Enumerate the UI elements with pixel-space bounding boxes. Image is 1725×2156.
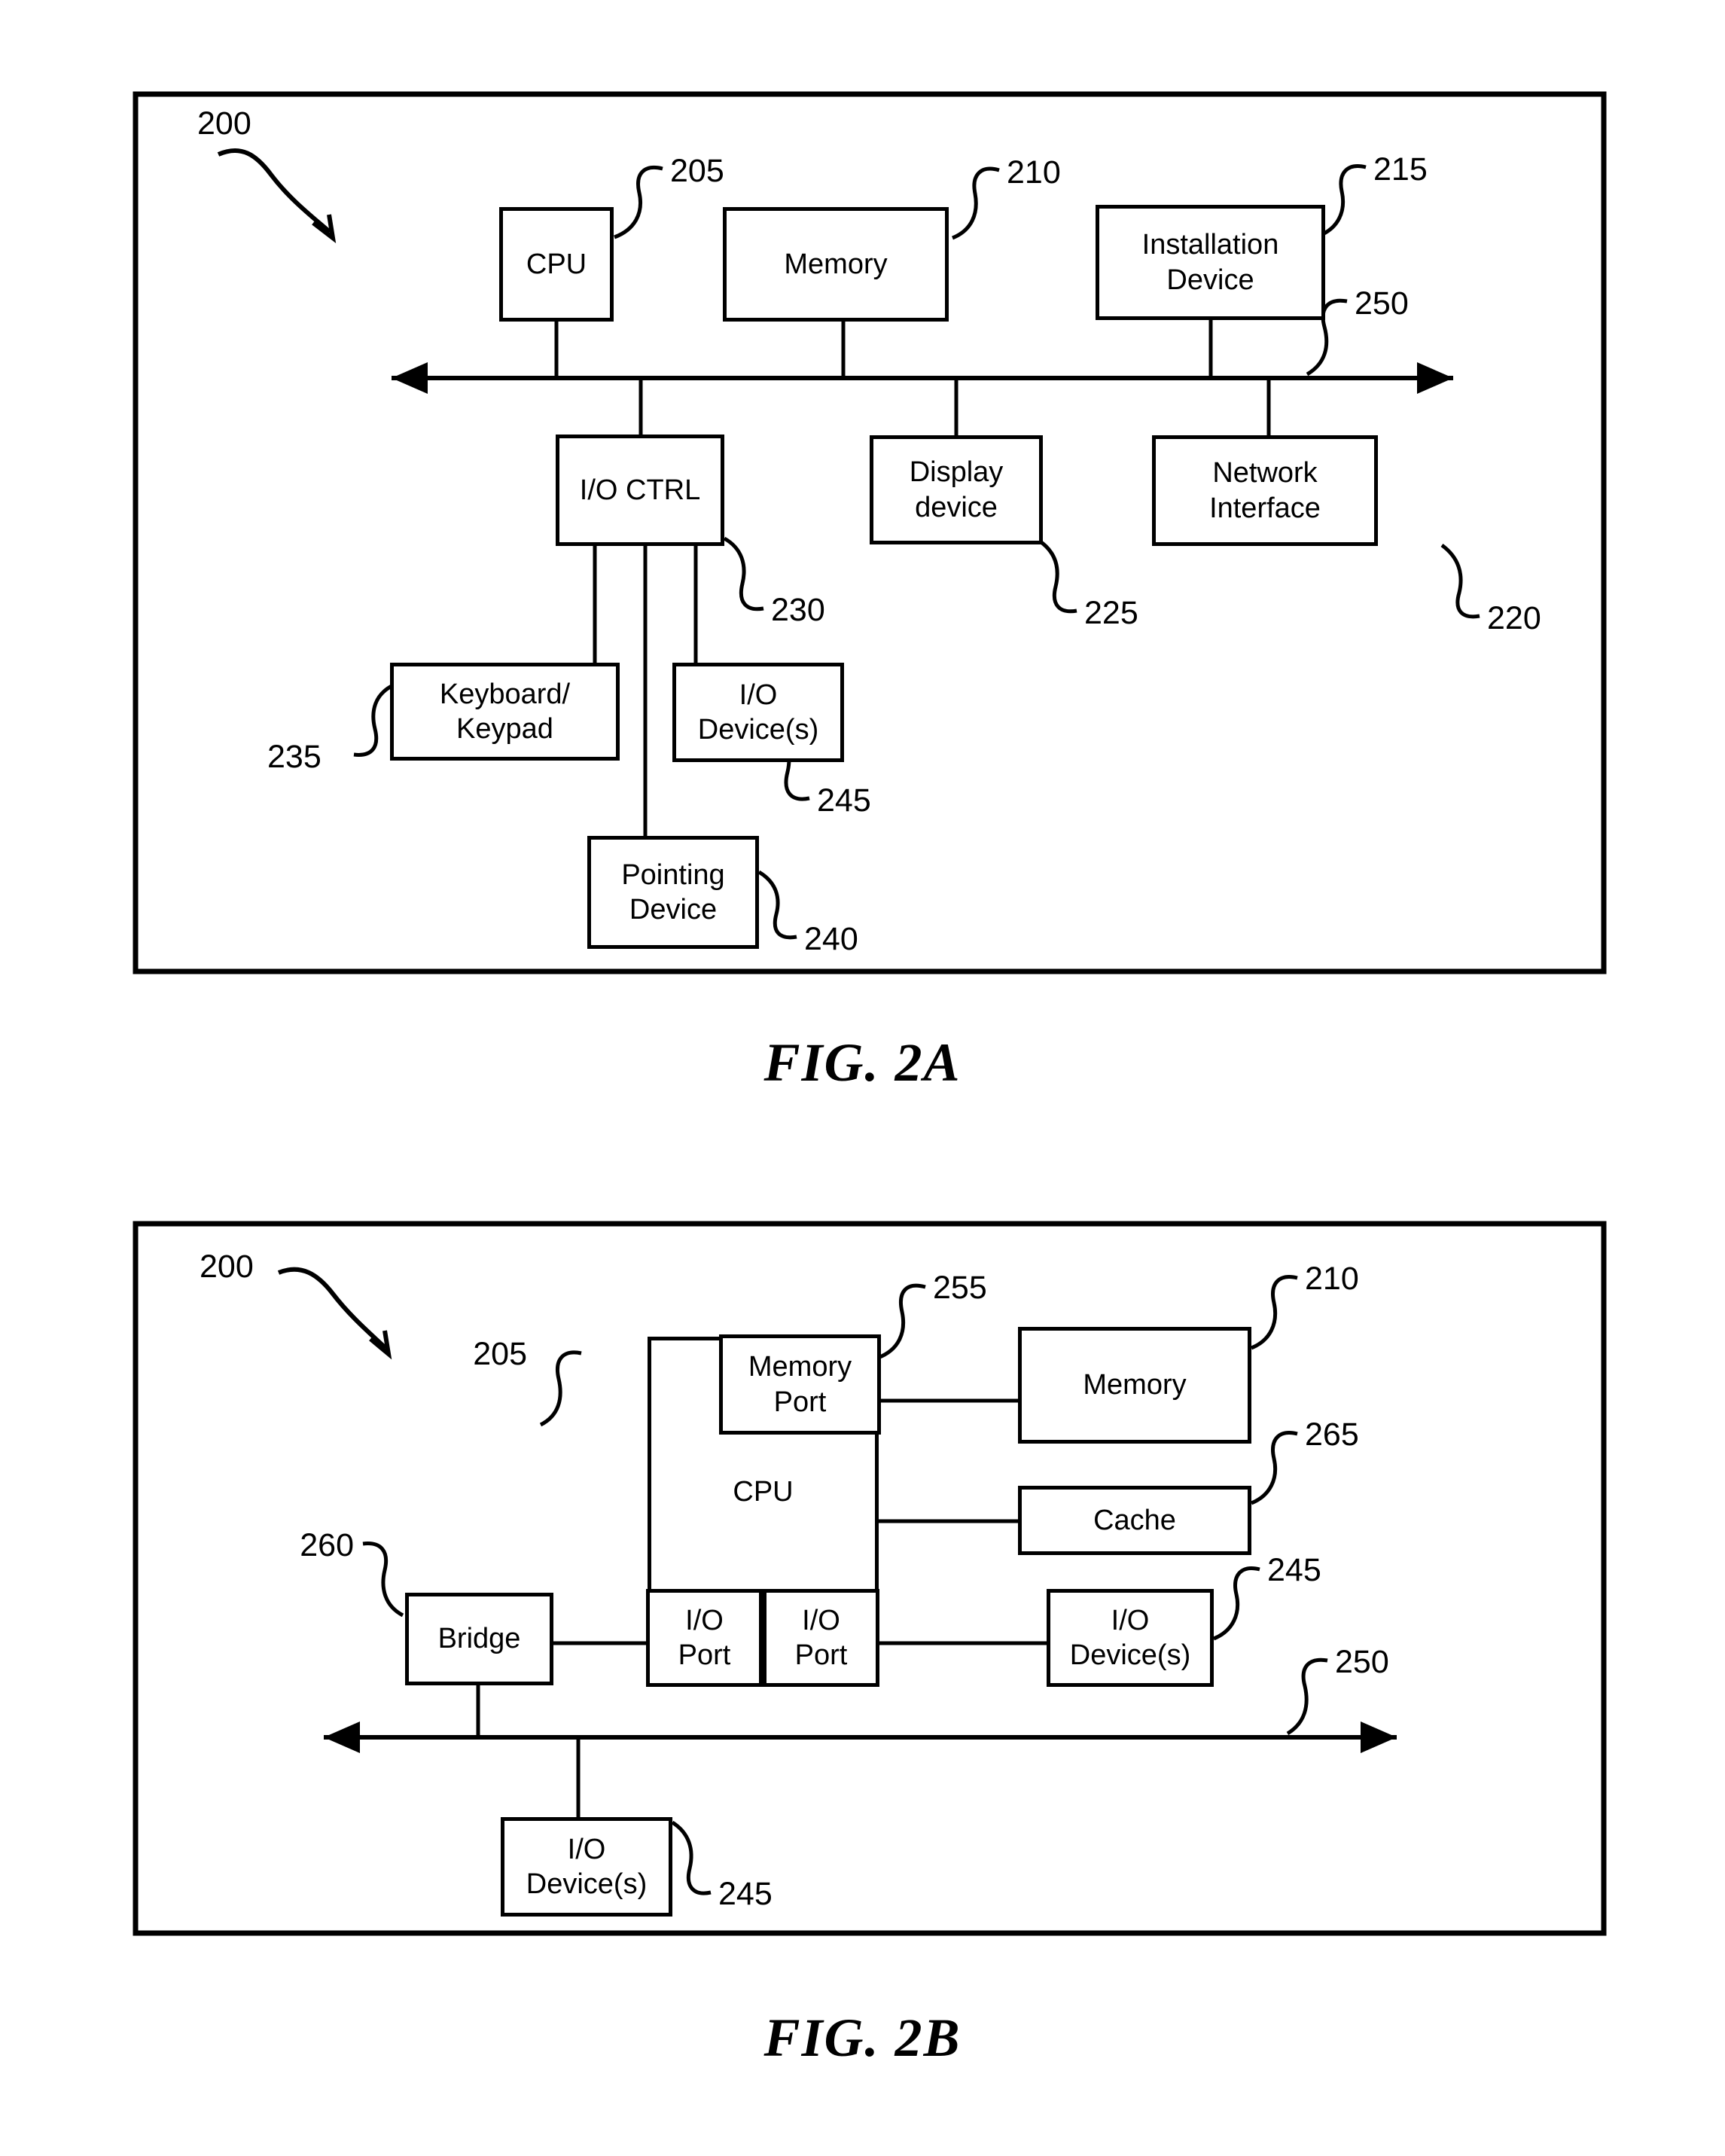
node-network-interface-2a[interactable]: Network Interface [1152,435,1378,546]
node-cpu-2a-label: CPU [526,248,587,280]
ref-245-fig2b-bottom: 245 [718,1876,773,1912]
node-io-devices-2a-label-line1: I/O [739,679,778,711]
ref-205-fig2b: 205 [473,1336,527,1372]
node-io-port-right-2b-label-line1: I/O [802,1604,840,1636]
ref-200-fig2a: 200 [197,105,251,142]
node-keyboard-keypad-2a-label-line2: Keypad [456,713,553,745]
node-io-devices-bottom-2b-label-line1: I/O [567,1833,606,1865]
node-pointing-device-2a-label-line2: Device [629,894,718,926]
node-installation-device-2a[interactable]: Installation Device [1096,205,1325,320]
node-io-ctrl-2a-label: I/O CTRL [579,474,701,506]
fig2a-caption: FIG. 2A [763,1032,962,1093]
node-io-port-left-2b-label-line2: Port [678,1639,731,1671]
node-io-devices-bottom-2b[interactable]: I/O Device(s) [501,1817,672,1917]
node-memory-2b-label: Memory [1083,1369,1187,1401]
node-keyboard-keypad-2a-label-line1: Keyboard/ [439,678,571,710]
ref-220-fig2a: 220 [1487,600,1541,636]
node-display-device-2a-label-line1: Display [909,456,1004,489]
node-bridge-2b[interactable]: Bridge [405,1593,553,1685]
node-display-device-2a[interactable]: Display device [870,435,1043,544]
node-io-devices-right-2b-label-line2: Device(s) [1069,1639,1191,1671]
node-memory-port-2b-label-line1: Memory [748,1351,852,1383]
ref-225-fig2a: 225 [1084,595,1138,631]
node-io-port-left-2b[interactable]: I/O Port [646,1589,763,1687]
node-io-port-right-2b[interactable]: I/O Port [763,1589,879,1687]
node-installation-device-2a-label-line2: Device [1166,264,1254,296]
ref-265-fig2b: 265 [1305,1416,1359,1453]
node-network-interface-2a-label-line2: Interface [1209,492,1321,524]
patent-drawing-sheet: CPU Memory Installation Device I/O CTRL … [0,0,1725,2156]
node-cache-2b[interactable]: Cache [1018,1486,1251,1555]
ref-245-fig2a: 245 [817,782,871,819]
ref-240-fig2a: 240 [804,921,858,957]
ref-200-fig2b: 200 [200,1249,254,1285]
fig2b-caption: FIG. 2B [763,2008,962,2068]
node-installation-device-2a-label-line1: Installation [1141,229,1279,261]
ref-260-fig2b: 260 [300,1527,354,1563]
ref-210-fig2b: 210 [1305,1261,1359,1297]
ref-230-fig2a: 230 [771,592,825,628]
ref-205-fig2a: 205 [670,153,724,189]
node-io-devices-right-2b[interactable]: I/O Device(s) [1047,1589,1214,1687]
node-io-port-left-2b-label-line1: I/O [685,1604,724,1636]
node-cache-2b-label: Cache [1093,1504,1176,1536]
ref-250-fig2a: 250 [1355,285,1409,322]
ref-210-fig2a: 210 [1007,154,1061,191]
node-memory-2b[interactable]: Memory [1018,1327,1251,1444]
node-bridge-2b-label: Bridge [437,1623,521,1655]
node-io-devices-right-2b-label-line1: I/O [1111,1604,1150,1636]
node-io-devices-2a[interactable]: I/O Device(s) [672,663,844,762]
node-pointing-device-2a[interactable]: Pointing Device [587,836,759,949]
node-cpu-2a[interactable]: CPU [499,207,614,322]
ref-250-fig2b: 250 [1335,1644,1389,1680]
node-keyboard-keypad-2a[interactable]: Keyboard/ Keypad [390,663,620,761]
node-network-interface-2a-label-line1: Network [1212,457,1318,489]
node-memory-2a[interactable]: Memory [723,207,949,322]
node-io-port-right-2b-label-line2: Port [794,1639,848,1671]
node-cpu-2b-label: CPU [733,1476,794,1508]
node-io-devices-bottom-2b-label-line2: Device(s) [526,1868,648,1900]
ref-245-fig2b-right: 245 [1267,1552,1321,1588]
ref-215-fig2a: 215 [1373,151,1428,188]
node-io-ctrl-2a[interactable]: I/O CTRL [556,435,724,546]
ref-255-fig2b: 255 [933,1270,987,1306]
node-memory-port-2b[interactable]: Memory Port [719,1334,881,1435]
node-io-devices-2a-label-line2: Device(s) [697,714,819,746]
node-display-device-2a-label-line2: device [915,491,998,523]
node-memory-2a-label: Memory [784,248,888,280]
ref-235-fig2a: 235 [267,739,322,775]
node-memory-port-2b-label-line2: Port [773,1386,827,1418]
node-pointing-device-2a-label-line1: Pointing [621,858,725,891]
